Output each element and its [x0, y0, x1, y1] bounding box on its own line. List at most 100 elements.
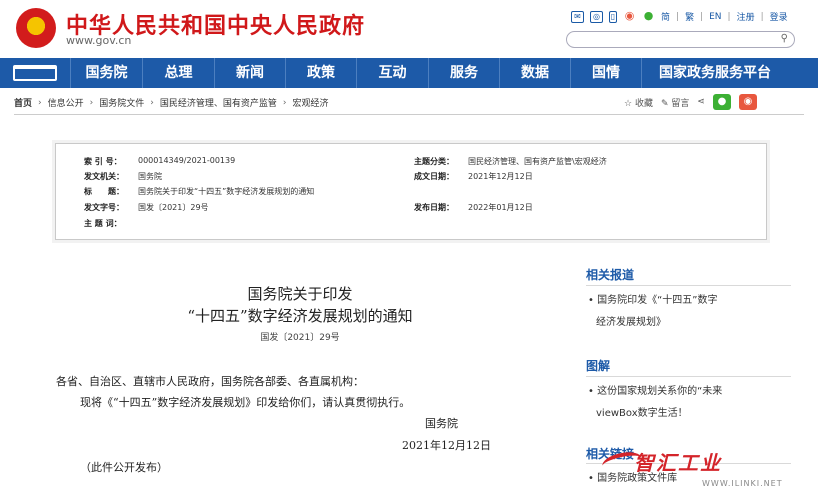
nav-home-icon[interactable] [0, 58, 70, 88]
main-nav: 国务院 总理 新闻 政策 互动 服务 数据 国情 国家政务服务平台 [0, 58, 818, 88]
article-signer: 国务院 [425, 417, 458, 430]
link-text: viewBox数字生活！ [596, 408, 688, 419]
article-note: （此件公开发布） [80, 461, 168, 474]
link-simplified[interactable]: 简 [661, 10, 670, 23]
chevron-right-icon: › [38, 97, 42, 108]
meta-index: 索 引 号： 000014349/2021-00139 [84, 156, 235, 167]
meta-value: 2021年12月12日 [468, 172, 533, 181]
meta-publish-date: 发布日期： 2022年01月12日 [414, 202, 533, 213]
message-label: 留言 [671, 98, 690, 109]
chevron-right-icon: › [150, 97, 154, 108]
favorite-button[interactable]: ☆ 收藏 [624, 96, 653, 109]
article-title: 国务院关于印发 “十四五”数字经济发展规划的通知 [150, 283, 450, 327]
site-url: www.gov.cn [66, 34, 132, 47]
meta-value: 000014349/2021-00139 [138, 156, 236, 165]
meta-key: 发布日期： [414, 203, 454, 212]
pen-icon: ✎ [660, 98, 669, 109]
meta-key: 主 题 词： [84, 219, 122, 228]
sidebar-related-link[interactable]: • 国务院印发《“十四五”数字 经济发展规划》 [588, 290, 788, 334]
breadcrumb-state-council-docs[interactable]: 国务院文件 [99, 96, 144, 109]
bullet-icon: • [588, 386, 598, 397]
article-recipients: 各省、自治区、直辖市人民政府，国务院各部委、各直属机构： [56, 375, 364, 388]
meta-key: 主题分类： [414, 157, 454, 166]
link-text: 这份国家规划关系你的“未来 [597, 386, 723, 397]
breadcrumb-macro-economy[interactable]: 宏观经济 [293, 96, 329, 109]
link-text: 国务院印发《“十四五”数字 [597, 295, 718, 306]
meta-key: 标 题： [84, 187, 124, 196]
star-icon: ☆ [624, 98, 633, 109]
article-doc-number: 国发〔2021〕29号 [260, 333, 340, 343]
meta-doc-number: 发文字号： 国发〔2021〕29号 [84, 202, 209, 213]
favorite-label: 收藏 [634, 98, 653, 109]
message-button[interactable]: ✎ 留言 [661, 96, 689, 109]
meta-title: 标 题： 国务院关于印发“十四五”数字经济发展规划的通知 [84, 186, 314, 197]
nav-item-news[interactable]: 新闻 [214, 58, 285, 88]
nav-item-data[interactable]: 数据 [499, 58, 570, 88]
meta-key: 发文字号： [84, 203, 124, 212]
sidebar-related-title: 相关报道 [586, 268, 635, 282]
breadcrumb: 首页 › 信息公开 › 国务院文件 › 国民经济管理、国有资产监管 › 宏观经济 [14, 96, 329, 110]
chevron-right-icon: › [89, 97, 94, 108]
share-tools: ☆ 收藏 ✎ 留言 ⋖ ● ◉ [624, 94, 757, 110]
breadcrumb-info-disclosure[interactable]: 信息公开 [48, 96, 84, 109]
meta-value: 国务院 [138, 172, 162, 181]
watermark-url: WWW.ILINKI.NET [702, 479, 783, 488]
mobile-icon[interactable]: ▯ [609, 10, 617, 23]
divider [14, 114, 804, 115]
mail-icon[interactable]: ✉ [571, 10, 584, 23]
sidebar-graphic-link[interactable]: • 这份国家规划关系你的“未来 viewBox数字生活！ [588, 381, 788, 425]
watermark-logo: 智汇工业 WWW.ILINKI.NET [600, 447, 812, 493]
nav-item-policy[interactable]: 政策 [285, 58, 356, 88]
wechat-share-icon[interactable]: ● [712, 94, 731, 110]
divider [586, 376, 791, 377]
article-date: 2021年12月12日 [402, 439, 491, 452]
divider: | [676, 11, 680, 22]
divider: | [727, 11, 731, 22]
weibo-icon[interactable]: ◉ [623, 10, 636, 23]
meta-topic: 主题分类： 国民经济管理、国有资产监管\宏观经济 [414, 156, 607, 167]
app-icon[interactable]: ◎ [590, 10, 603, 23]
link-text: 经济发展规划》 [596, 317, 666, 328]
meta-key: 索 引 号： [84, 157, 122, 166]
nav-item-premier[interactable]: 总理 [142, 58, 214, 88]
nav-item-state-council[interactable]: 国务院 [70, 58, 142, 88]
article-title-line: 国务院关于印发 [247, 285, 353, 303]
meta-key: 发文机关： [84, 172, 124, 181]
meta-value: 国发〔2021〕29号 [138, 203, 209, 212]
top-links: ✉ ◎ ▯ ◉ ● 简 | 繁 | EN | 注册 | 登录 [571, 10, 788, 23]
meta-issuer: 发文机关： 国务院 [84, 171, 162, 182]
weibo-share-icon[interactable]: ◉ [738, 94, 757, 110]
document-meta-box: 索 引 号： 000014349/2021-00139 主题分类： 国民经济管理… [55, 143, 767, 240]
link-english[interactable]: EN [709, 12, 721, 22]
share-icon[interactable]: ⋖ [697, 97, 705, 107]
divider: | [700, 11, 704, 22]
sidebar-graphic-title: 图解 [586, 359, 611, 373]
nav-item-gov-service-platform[interactable]: 国家政务服务平台 [641, 58, 788, 88]
breadcrumb-economy-management[interactable]: 国民经济管理、国有资产监管 [160, 96, 277, 109]
meta-value: 国务院关于印发“十四五”数字经济发展规划的通知 [138, 187, 315, 196]
search-icon[interactable]: ⚲ [781, 33, 788, 44]
nav-item-national-info[interactable]: 国情 [570, 58, 641, 88]
link-register[interactable]: 注册 [737, 10, 755, 23]
wechat-icon[interactable]: ● [642, 10, 655, 23]
breadcrumb-home[interactable]: 首页 [14, 96, 32, 109]
bullet-icon: • [588, 473, 598, 484]
divider: | [760, 11, 764, 22]
meta-value: 2022年01月12日 [468, 203, 533, 212]
divider [586, 285, 791, 286]
watermark-text: 智汇工业 [634, 451, 722, 475]
meta-keywords: 主 题 词： [84, 218, 130, 229]
meta-value: 国民经济管理、国有资产监管\宏观经济 [468, 157, 607, 166]
nav-item-interaction[interactable]: 互动 [356, 58, 428, 88]
chevron-right-icon: › [282, 97, 287, 108]
meta-key: 成文日期： [414, 172, 454, 181]
article-body: 现将《“十四五”数字经济发展规划》印发给你们，请认真贯彻执行。 [80, 396, 411, 409]
meta-written-date: 成文日期： 2021年12月12日 [414, 171, 533, 182]
nav-item-services[interactable]: 服务 [428, 58, 499, 88]
article-title-line: “十四五”数字经济发展规划的通知 [187, 307, 413, 325]
search-input[interactable]: ⚲ [566, 31, 795, 48]
link-login[interactable]: 登录 [770, 10, 788, 23]
link-traditional[interactable]: 繁 [685, 10, 694, 23]
national-emblem-icon[interactable] [16, 8, 56, 48]
bullet-icon: • [588, 295, 598, 306]
